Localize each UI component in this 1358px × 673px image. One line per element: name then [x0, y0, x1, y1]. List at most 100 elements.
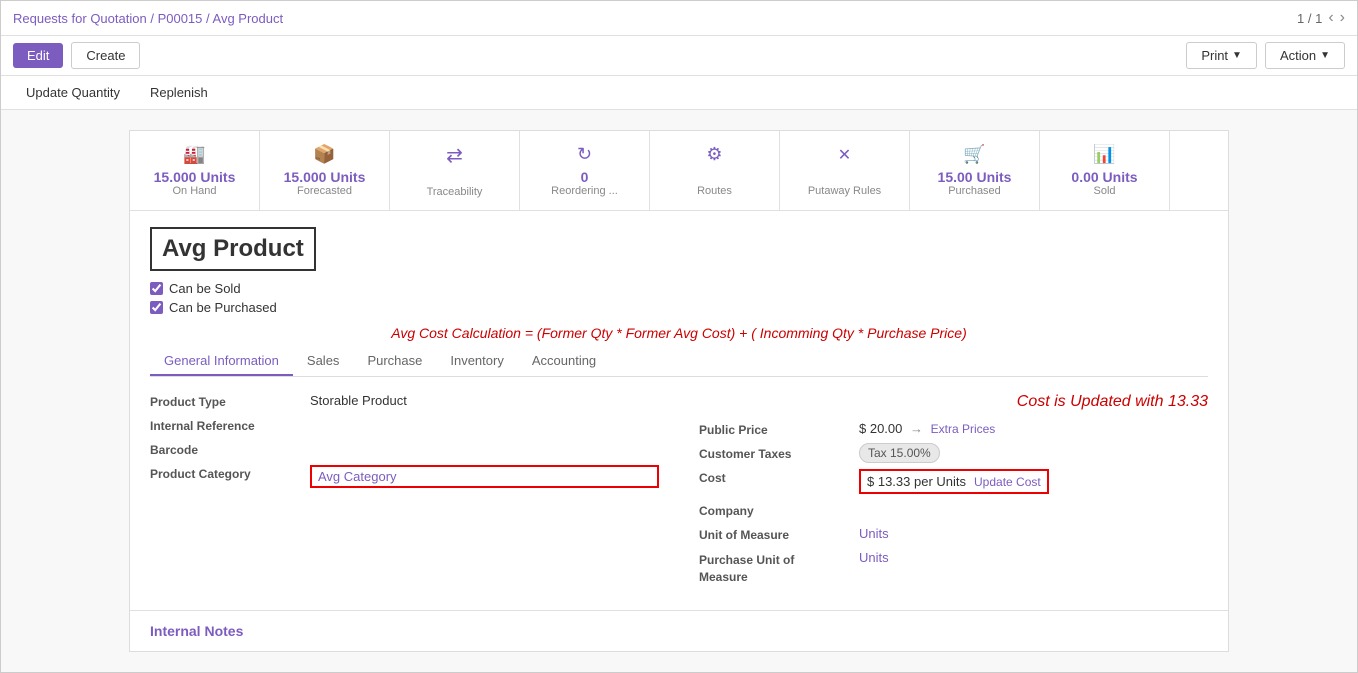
public-price-label: Public Price	[699, 421, 859, 437]
forecasted-value: 15.000 Units	[284, 169, 366, 185]
product-type-label: Product Type	[150, 393, 310, 409]
unit-of-measure-label: Unit of Measure	[699, 526, 859, 542]
cost-amount: $ 13.33 per Units	[867, 474, 966, 489]
on-hand-label: On Hand	[172, 185, 216, 197]
breadcrumb-bar: Requests for Quotation / P00015 / Avg Pr…	[1, 1, 1357, 36]
company-label: Company	[699, 502, 859, 518]
smart-btn-units-sold[interactable]: 📊 0.00 Units Sold	[1040, 131, 1170, 210]
smart-btn-forecasted[interactable]: 📦 15.000 Units Forecasted	[260, 131, 390, 210]
sub-toolbar: Update Quantity Replenish	[1, 76, 1357, 110]
cost-updated-note: Cost is Updated with 13.33	[699, 393, 1208, 411]
purchase-uom-label: Purchase Unit ofMeasure	[699, 550, 859, 586]
update-cost-link[interactable]: Update Cost	[974, 475, 1041, 489]
tab-accounting[interactable]: Accounting	[518, 347, 610, 376]
breadcrumb: Requests for Quotation / P00015 / Avg Pr…	[13, 11, 283, 26]
can-be-purchased-checkbox[interactable]	[150, 301, 163, 314]
traceability-label: Traceability	[427, 186, 483, 198]
print-button[interactable]: Print ▼	[1186, 42, 1257, 69]
product-card: 🏭 15.000 Units On Hand 📦 15.000 Units Fo…	[129, 130, 1229, 652]
traceability-icon: ⇄	[446, 143, 463, 168]
tab-sales[interactable]: Sales	[293, 347, 354, 376]
form-right-col: Cost is Updated with 13.33 Public Price …	[699, 393, 1208, 594]
putaway-label: Putaway Rules	[808, 185, 881, 197]
product-category-value[interactable]: Avg Category	[310, 465, 659, 488]
update-quantity-button[interactable]: Update Quantity	[13, 80, 133, 105]
tab-purchase[interactable]: Purchase	[353, 347, 436, 376]
field-barcode: Barcode	[150, 441, 659, 457]
can-be-purchased-row: Can be Purchased	[150, 300, 1208, 315]
smart-btn-purchased[interactable]: 🛒 15.00 Units Purchased	[910, 131, 1040, 210]
product-name: Avg Product	[162, 235, 304, 262]
field-public-price: Public Price $ 20.00 → Extra Prices	[699, 421, 1208, 437]
reordering-icon: ↻	[577, 144, 592, 165]
form-left-col: Product Type Storable Product Internal R…	[150, 393, 659, 594]
unit-of-measure-value[interactable]: Units	[859, 526, 1208, 541]
avg-cost-formula: Avg Cost Calculation = (Former Qty * For…	[150, 325, 1208, 341]
public-price-value: $ 20.00 → Extra Prices	[859, 421, 1208, 436]
smart-buttons-row: 🏭 15.000 Units On Hand 📦 15.000 Units Fo…	[130, 131, 1228, 211]
field-customer-taxes: Customer Taxes Tax 15.00%	[699, 445, 1208, 461]
create-button[interactable]: Create	[71, 42, 140, 69]
can-be-sold-row: Can be Sold	[150, 281, 1208, 296]
field-unit-of-measure: Unit of Measure Units	[699, 526, 1208, 542]
customer-taxes-value: Tax 15.00%	[859, 445, 1208, 460]
barcode-label: Barcode	[150, 441, 310, 457]
units-sold-icon: 📊	[1093, 144, 1115, 165]
breadcrumb-link-rfq[interactable]: Requests for Quotation	[13, 11, 147, 26]
reordering-label: Reordering ...	[551, 185, 618, 197]
main-content: 🏭 15.000 Units On Hand 📦 15.000 Units Fo…	[1, 110, 1357, 672]
smart-btn-putaway[interactable]: ✕ Putaway Rules	[780, 131, 910, 210]
can-be-sold-label: Can be Sold	[169, 281, 241, 296]
toolbar: Edit Create Print ▼ Action ▼	[1, 36, 1357, 76]
can-be-sold-checkbox[interactable]	[150, 282, 163, 295]
customer-taxes-label: Customer Taxes	[699, 445, 859, 461]
next-page-button[interactable]: ›	[1340, 9, 1345, 27]
can-be-purchased-label: Can be Purchased	[169, 300, 277, 315]
cost-field-box: $ 13.33 per Units Update Cost	[859, 469, 1049, 494]
reordering-value: 0	[581, 169, 589, 185]
purchased-icon: 🛒	[963, 144, 985, 165]
field-cost: Cost $ 13.33 per Units Update Cost	[699, 469, 1208, 494]
internal-notes-section: Internal Notes	[130, 610, 1228, 651]
arrow-right-icon: →	[910, 421, 923, 436]
field-internal-reference: Internal Reference	[150, 417, 659, 433]
print-label: Print	[1201, 48, 1228, 63]
action-button[interactable]: Action ▼	[1265, 42, 1345, 69]
smart-btn-routes[interactable]: ⚙ Routes	[650, 131, 780, 210]
product-name-box: Avg Product	[150, 227, 316, 271]
units-sold-label: Sold	[1093, 185, 1115, 197]
field-product-type: Product Type Storable Product	[150, 393, 659, 409]
tab-general-information[interactable]: General Information	[150, 347, 293, 376]
cost-value: $ 13.33 per Units Update Cost	[859, 469, 1208, 494]
internal-notes-title: Internal Notes	[150, 623, 243, 639]
field-product-category: Product Category Avg Category	[150, 465, 659, 488]
breadcrumb-current: Avg Product	[213, 11, 284, 26]
putaway-icon: ✕	[838, 145, 851, 165]
public-price-amount: $ 20.00	[859, 421, 902, 436]
prev-page-button[interactable]: ‹	[1328, 9, 1333, 27]
extra-prices-link[interactable]: Extra Prices	[931, 422, 996, 436]
purchased-label: Purchased	[948, 185, 1001, 197]
forecasted-icon: 📦	[313, 144, 335, 165]
purchase-uom-value[interactable]: Units	[859, 550, 1208, 565]
forecasted-label: Forecasted	[297, 185, 352, 197]
purchased-value: 15.00 Units	[938, 169, 1012, 185]
tab-inventory[interactable]: Inventory	[436, 347, 517, 376]
cost-label: Cost	[699, 469, 859, 485]
replenish-button[interactable]: Replenish	[137, 80, 221, 105]
action-label: Action	[1280, 48, 1316, 63]
print-dropdown-arrow: ▼	[1232, 50, 1242, 61]
pagination-display: 1 / 1	[1297, 11, 1322, 26]
on-hand-value: 15.000 Units	[154, 169, 236, 185]
smart-btn-on-hand[interactable]: 🏭 15.000 Units On Hand	[130, 131, 260, 210]
routes-value	[713, 169, 717, 185]
smart-btn-reordering[interactable]: ↻ 0 Reordering ...	[520, 131, 650, 210]
traceability-value	[453, 172, 456, 186]
product-type-value: Storable Product	[310, 393, 659, 408]
breadcrumb-link-po[interactable]: P00015	[158, 11, 203, 26]
edit-button[interactable]: Edit	[13, 43, 63, 68]
field-company: Company	[699, 502, 1208, 518]
smart-btn-traceability[interactable]: ⇄ Traceability	[390, 131, 520, 210]
field-purchase-uom: Purchase Unit ofMeasure Units	[699, 550, 1208, 586]
routes-icon: ⚙	[706, 144, 722, 165]
